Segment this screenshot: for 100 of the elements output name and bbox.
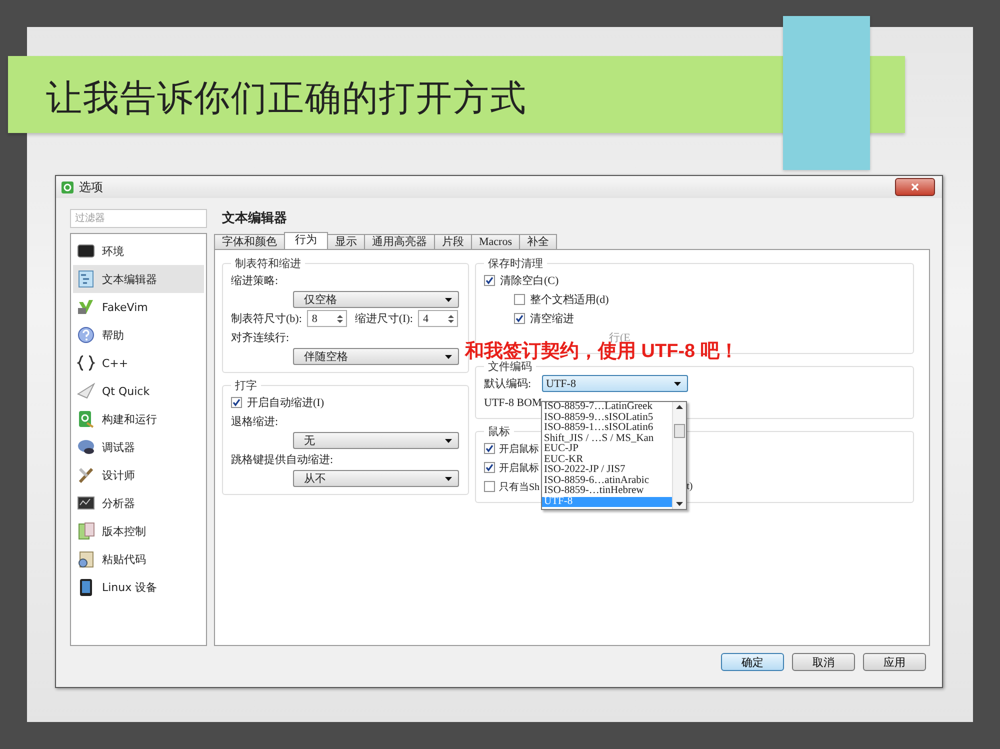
checkbox-label: 清除空白(C) (500, 274, 559, 288)
spin-box[interactable]: 4 (418, 310, 458, 327)
field-label: 制表符尺寸(b): (231, 312, 302, 326)
sidebar-label: FakeVim (102, 300, 148, 314)
category-icon (77, 438, 95, 456)
dropdown-arrow-icon (445, 476, 452, 480)
scroll-down-icon[interactable] (676, 502, 683, 506)
checkbox[interactable] (484, 462, 495, 473)
checkbox-label: 清空缩进 (530, 312, 574, 326)
checkbox[interactable] (231, 397, 242, 408)
sidebar-item[interactable]: Qt Quick (73, 377, 204, 405)
filter-field[interactable]: 过滤器 (70, 209, 207, 228)
app-icon (61, 180, 74, 194)
category-icon (77, 326, 95, 344)
sidebar-item[interactable]: 环境 (73, 237, 204, 265)
spin-box[interactable]: 8 (306, 310, 347, 327)
category-icon (77, 382, 95, 400)
field-label: 默认编码: (484, 377, 532, 391)
checkbox-label: 开启鼠标 (499, 442, 539, 456)
dropdown-option[interactable]: EUC-JP (542, 444, 672, 454)
checkbox[interactable] (484, 275, 495, 286)
dropdown-value: 从不 (304, 472, 326, 486)
sidebar-item[interactable]: 版本控制 (73, 517, 204, 545)
dialog-button[interactable]: 应用 (863, 653, 926, 671)
scrollbar-thumb[interactable] (674, 424, 685, 438)
dropdown-option[interactable]: ISO-8859-…tinHebrew (542, 486, 672, 496)
sidebar-label: 调试器 (102, 440, 135, 454)
dropdown-option[interactable]: EUC-KR (542, 454, 672, 465)
category-icon (77, 410, 95, 428)
sidebar-item[interactable]: 文本编辑器 (73, 265, 204, 293)
dropdown-option[interactable]: ISO-8859-6…atinArabic (542, 476, 672, 486)
category-icon (77, 578, 95, 596)
category-icon (77, 242, 95, 260)
dropdown-option[interactable]: ISO-8859-7…LatinGreek (542, 402, 672, 412)
field-label: 对齐连续行: (231, 330, 290, 345)
dropdown[interactable]: 从不 (293, 470, 459, 487)
checkbox[interactable] (514, 313, 525, 324)
scroll-up-icon[interactable] (676, 405, 683, 409)
sidebar-label: Qt Quick (102, 384, 150, 398)
category-icon (77, 550, 95, 568)
close-icon (911, 183, 919, 191)
sidebar-item[interactable]: Linux 设备 (73, 573, 204, 601)
field-label: 跳格键提供自动缩进: (231, 452, 334, 467)
sidebar-label: 设计师 (102, 468, 135, 482)
checkbox[interactable] (484, 481, 495, 492)
sidebar-item[interactable]: C++ (73, 349, 204, 377)
tab[interactable]: 字体和颜色 (214, 234, 285, 249)
sidebar-label: Linux 设备 (102, 580, 158, 594)
sidebar-item[interactable]: 构建和运行 (73, 405, 204, 433)
category-icon (77, 466, 95, 484)
dropdown-option[interactable]: ISO-2022-JP / JIS7 (542, 465, 672, 476)
dropdown-value: 无 (304, 434, 315, 448)
category-icon (77, 298, 95, 316)
dropdown[interactable]: UTF-8 (542, 375, 688, 392)
dropdown-value: 仅空格 (304, 292, 337, 307)
checkbox-label: 只有当Sh (499, 480, 540, 494)
dropdown-option[interactable]: Shift_JIS / …S / MS_Kan (542, 434, 672, 444)
sidebar-item[interactable]: 调试器 (73, 433, 204, 461)
tab[interactable]: 片段 (434, 234, 472, 249)
tab[interactable]: 通用高亮器 (364, 234, 435, 249)
page-title: 文本编辑器 (221, 210, 288, 228)
dialog-button[interactable]: 取消 (792, 653, 855, 671)
group-title: 制表符和缩进 (234, 256, 302, 271)
sidebar-label: C++ (102, 356, 128, 370)
checkbox[interactable] (484, 443, 495, 454)
dropdown-option[interactable]: ISO-8859-9…sISOLatin5 (542, 412, 672, 423)
group-title: 保存时清理 (487, 257, 544, 271)
tab[interactable]: 显示 (327, 234, 365, 249)
close-button[interactable] (895, 178, 935, 196)
dropdown-value: 伴随空格 (304, 350, 348, 364)
spin-value: 4 (422, 312, 428, 324)
checkbox-label: 开启自动缩进(I) (247, 396, 324, 410)
group-title: 文件编码 (487, 360, 533, 374)
sidebar-label: 文本编辑器 (102, 272, 157, 286)
field-label: 退格缩进: (231, 414, 278, 429)
sidebar-item[interactable]: 帮助 (73, 321, 204, 349)
sidebar-label: 粘贴代码 (102, 552, 146, 566)
dropdown-option[interactable]: ISO-8859-1…sISOLatin6 (542, 423, 672, 434)
sidebar-label: 分析器 (102, 496, 135, 510)
sidebar-label: 环境 (102, 244, 124, 258)
dropdown[interactable]: 仅空格 (293, 291, 459, 308)
group-title: 鼠标 (487, 425, 511, 439)
tab[interactable]: 补全 (519, 234, 557, 249)
dropdown[interactable]: 伴随空格 (293, 348, 459, 365)
tab[interactable]: 行为 (284, 232, 328, 249)
dialog-button[interactable]: 确定 (721, 653, 784, 671)
field-label: 缩进尺寸(I): (354, 312, 413, 326)
checkbox[interactable] (514, 294, 525, 305)
dropdown[interactable]: 无 (293, 432, 459, 449)
window-title: 选项 (79, 178, 103, 196)
category-icon (77, 270, 95, 288)
sidebar-item[interactable]: 分析器 (73, 489, 204, 517)
tab[interactable]: Macros (471, 234, 520, 249)
dropdown-arrow-icon (445, 298, 452, 302)
sidebar-label: 构建和运行 (102, 412, 157, 426)
sidebar-item[interactable]: 设计师 (73, 461, 204, 489)
sidebar-item[interactable]: FakeVim (73, 293, 204, 321)
annotation-text: 和我签订契约，使用 UTF-8 吧！ (465, 340, 738, 362)
sidebar-item[interactable]: 粘贴代码 (73, 545, 204, 573)
scrollbar[interactable] (672, 402, 686, 509)
